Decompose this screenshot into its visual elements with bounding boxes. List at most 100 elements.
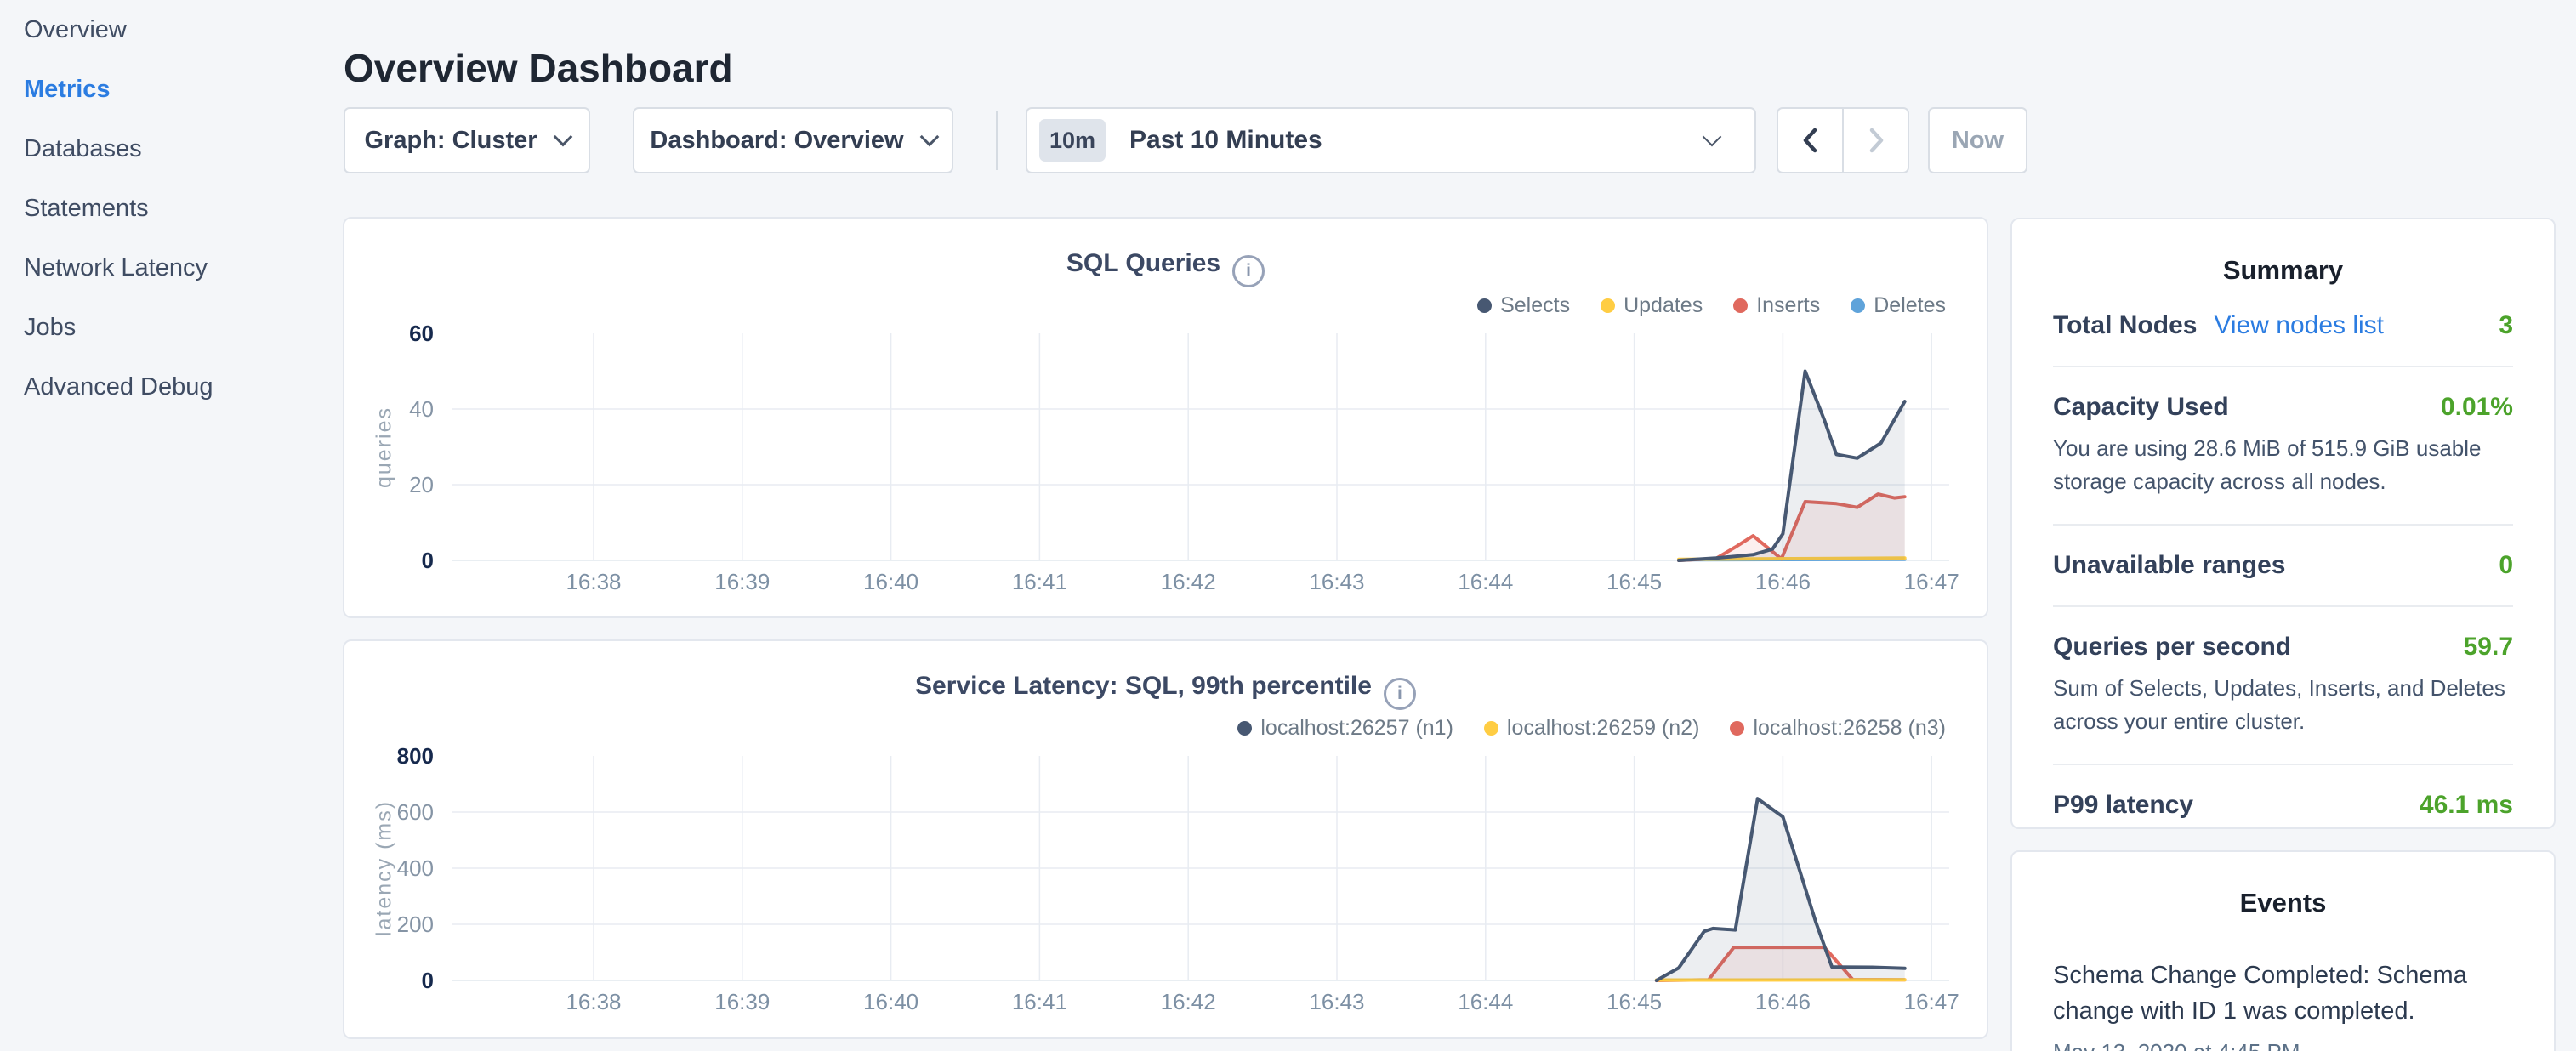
summary-row-label: Total Nodes (2053, 311, 2197, 340)
y-tick-label: 40 (344, 396, 434, 423)
summary-divider (2053, 605, 2513, 607)
sidebar-item-statements[interactable]: Statements (0, 179, 340, 238)
x-tick-label: 16:40 (832, 989, 951, 1015)
y-tick-label: 0 (344, 968, 434, 994)
now-button-label: Now (1952, 127, 2004, 155)
event-text: Schema Change Completed: Schema change w… (2053, 957, 2513, 1029)
x-tick-label: 16:44 (1426, 989, 1545, 1015)
chevron-right-icon (1862, 123, 1891, 157)
x-tick-label: 16:44 (1426, 569, 1545, 595)
summary-row: Capacity Used 0.01% (2053, 393, 2513, 422)
legend-dot-icon (1601, 298, 1615, 313)
dashboard-dropdown-label: Dashboard: Overview (650, 127, 903, 155)
chart-legend: localhost:26257 (n1) localhost:26259 (n2)… (1237, 714, 1946, 741)
x-tick-label: 16:40 (832, 569, 951, 595)
summary-row-label: P99 latency (2053, 791, 2193, 820)
x-tick-label: 16:46 (1723, 989, 1842, 1015)
sidebar-item-metrics[interactable]: Metrics (0, 60, 340, 119)
legend-item[interactable]: localhost:26257 (n1) (1237, 716, 1453, 741)
chart-title: SQL Queries (1066, 249, 1220, 277)
sidebar: OverviewMetricsDatabasesStatementsNetwor… (0, 0, 340, 1051)
now-button[interactable]: Now (1928, 107, 2027, 173)
service-latency-chart-panel: Service Latency: SQL, 99th percentile i lo… (343, 639, 1988, 1039)
y-tick-label: 400 (344, 855, 434, 882)
legend-item[interactable]: Inserts (1733, 293, 1820, 318)
chart-plot-area[interactable] (452, 333, 1949, 568)
x-tick-label: 16:43 (1277, 989, 1396, 1015)
chevron-down-icon (919, 128, 939, 147)
summary-row-description: You are using 28.6 MiB of 515.9 GiB usab… (2053, 432, 2513, 498)
y-tick-label: 800 (344, 743, 434, 770)
sidebar-item-databases[interactable]: Databases (0, 119, 340, 179)
graph-dropdown-label: Graph: Cluster (364, 127, 537, 155)
legend-item[interactable]: localhost:26259 (n2) (1484, 716, 1700, 741)
chart-title-row: Service Latency: SQL, 99th percentile i (344, 672, 1987, 710)
time-range-selector[interactable]: 10m Past 10 Minutes (1026, 107, 1756, 173)
x-tick-label: 16:39 (683, 569, 802, 595)
time-range-nav (1777, 107, 1909, 173)
prev-range-button[interactable] (1778, 109, 1844, 172)
legend-dot-icon (1730, 721, 1744, 736)
sidebar-item-jobs[interactable]: Jobs (0, 298, 340, 357)
legend-dot-icon (1484, 721, 1498, 736)
summary-row-label: Unavailable ranges (2053, 551, 2285, 580)
legend-item[interactable]: Updates (1601, 293, 1703, 318)
summary-row-label: Capacity Used (2053, 393, 2229, 422)
graph-dropdown[interactable]: Graph: Cluster (344, 107, 590, 173)
legend-label: Updates (1624, 293, 1703, 318)
info-icon[interactable]: i (1232, 255, 1265, 287)
y-tick-label: 20 (344, 472, 434, 498)
dashboard-dropdown[interactable]: Dashboard: Overview (633, 107, 953, 173)
y-tick-label: 200 (344, 912, 434, 938)
summary-row: Unavailable ranges 0 (2053, 551, 2513, 580)
summary-row: Total NodesView nodes list3 (2053, 311, 2513, 340)
summary-row-value: 0 (2499, 551, 2513, 580)
legend-item[interactable]: Deletes (1851, 293, 1946, 318)
page-title: Overview Dashboard (344, 45, 733, 91)
chart-plot-area[interactable] (452, 756, 1949, 988)
next-range-button[interactable] (1844, 109, 1908, 172)
legend-label: localhost:26257 (n1) (1260, 716, 1453, 741)
summary-row-value: 0.01% (2441, 393, 2513, 422)
events-list: Schema Change Completed: Schema change w… (2053, 957, 2513, 1051)
summary-row-description: Sum of Selects, Updates, Inserts, and De… (2053, 672, 2513, 738)
y-tick-label: 60 (344, 321, 434, 347)
controls-divider (996, 111, 998, 170)
summary-title: Summary (2053, 255, 2513, 286)
chevron-down-icon (1703, 128, 1722, 147)
legend-label: Deletes (1874, 293, 1946, 318)
chevron-down-icon (553, 128, 572, 147)
events-panel: Events Schema Change Completed: Schema c… (2010, 850, 2556, 1051)
legend-item[interactable]: Selects (1477, 293, 1570, 318)
x-tick-label: 16:43 (1277, 569, 1396, 595)
series-area (1657, 798, 1905, 980)
sidebar-item-network-latency[interactable]: Network Latency (0, 238, 340, 298)
x-tick-label: 16:47 (1872, 569, 1991, 595)
legend-label: localhost:26259 (n2) (1507, 716, 1700, 741)
legend-dot-icon (1237, 721, 1252, 736)
summary-divider (2053, 524, 2513, 526)
legend-dot-icon (1733, 298, 1748, 313)
x-tick-label: 16:38 (534, 989, 653, 1015)
summary-divider (2053, 764, 2513, 765)
x-tick-label: 16:45 (1575, 569, 1694, 595)
info-icon[interactable]: i (1384, 678, 1416, 710)
sql-queries-chart-panel: SQL Queries i Selects Updates Inserts Deletes… (343, 217, 1988, 618)
legend-label: Selects (1500, 293, 1570, 318)
legend-item[interactable]: localhost:26258 (n3) (1730, 716, 1946, 741)
sidebar-item-advanced-debug[interactable]: Advanced Debug (0, 357, 340, 417)
x-tick-label: 16:38 (534, 569, 653, 595)
view-nodes-link[interactable]: View nodes list (2214, 311, 2384, 340)
legend-label: localhost:26258 (n3) (1753, 716, 1946, 741)
summary-row-value: 59.7 (2464, 633, 2513, 662)
legend-dot-icon (1851, 298, 1865, 313)
y-tick-label: 600 (344, 799, 434, 826)
legend-label: Inserts (1756, 293, 1820, 318)
y-tick-label: 0 (344, 548, 434, 574)
x-tick-label: 16:42 (1129, 989, 1248, 1015)
event-timestamp: May 13, 2020 at 4:45 PM (2053, 1039, 2513, 1051)
x-tick-label: 16:45 (1575, 989, 1694, 1015)
chart-title: Service Latency: SQL, 99th percentile (915, 672, 1372, 700)
sidebar-item-overview[interactable]: Overview (0, 0, 340, 60)
chart-title-row: SQL Queries i (344, 249, 1987, 287)
